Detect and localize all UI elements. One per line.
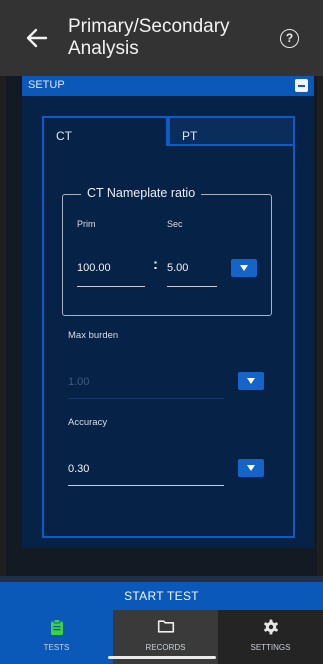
setup-section-body: CT PT CT Nameplate ratio Prim Sec 100.00… [22, 96, 314, 548]
accuracy-dropdown-button[interactable] [238, 459, 264, 477]
sec-value[interactable]: 5.00 [167, 262, 188, 274]
max-burden-dropdown-button [238, 372, 264, 390]
nav-item-tests[interactable]: TESTS [0, 610, 113, 664]
collapse-icon[interactable] [295, 79, 308, 92]
max-burden-underline [68, 398, 224, 399]
nav-label-settings: SETTINGS [250, 643, 291, 652]
sec-dropdown-button[interactable] [231, 259, 257, 277]
home-indicator [108, 656, 216, 659]
nav-item-settings[interactable]: SETTINGS [218, 610, 323, 664]
nav-label-tests: TESTS [43, 643, 70, 652]
prim-value[interactable]: 100.00 [77, 262, 111, 274]
folder-icon [157, 620, 174, 633]
accuracy-label: Accuracy [68, 417, 108, 428]
gear-icon [263, 619, 278, 635]
sec-underline [167, 286, 217, 287]
max-burden-label: Max burden [68, 330, 119, 341]
max-burden-value: 1.00 [68, 376, 90, 388]
nav-label-records: RECORDS [145, 643, 186, 652]
tab-ct[interactable]: CT [42, 116, 168, 146]
nameplate-title: CT Nameplate ratio [81, 186, 202, 200]
setup-label: SETUP [28, 79, 65, 91]
clipboard-icon [50, 619, 63, 635]
help-icon[interactable]: ? [280, 29, 299, 48]
prim-label: Prim [77, 219, 96, 229]
tab-divider [168, 144, 295, 146]
accuracy-value[interactable]: 0.30 [68, 463, 89, 475]
start-test-button[interactable]: START TEST [0, 582, 323, 610]
tab-ct-label: CT [56, 129, 72, 143]
ct-nameplate-group: CT Nameplate ratio Prim Sec 100.00 : 5.0… [62, 186, 272, 316]
setup-section-header[interactable]: SETUP [22, 76, 314, 96]
ratio-separator: : [153, 256, 158, 273]
page-title: Primary/Secondary Analysis [68, 16, 230, 59]
sec-label: Sec [167, 219, 183, 229]
tab-pt-label: PT [182, 129, 198, 143]
app-bar: Primary/Secondary Analysis ? [0, 0, 323, 76]
prim-underline [77, 286, 145, 287]
accuracy-underline [68, 485, 224, 486]
main-content: SETUP CT PT CT Nameplate ratio Prim Sec … [6, 76, 317, 582]
back-arrow-icon[interactable] [24, 25, 50, 51]
tab-pt[interactable]: PT [168, 116, 295, 146]
